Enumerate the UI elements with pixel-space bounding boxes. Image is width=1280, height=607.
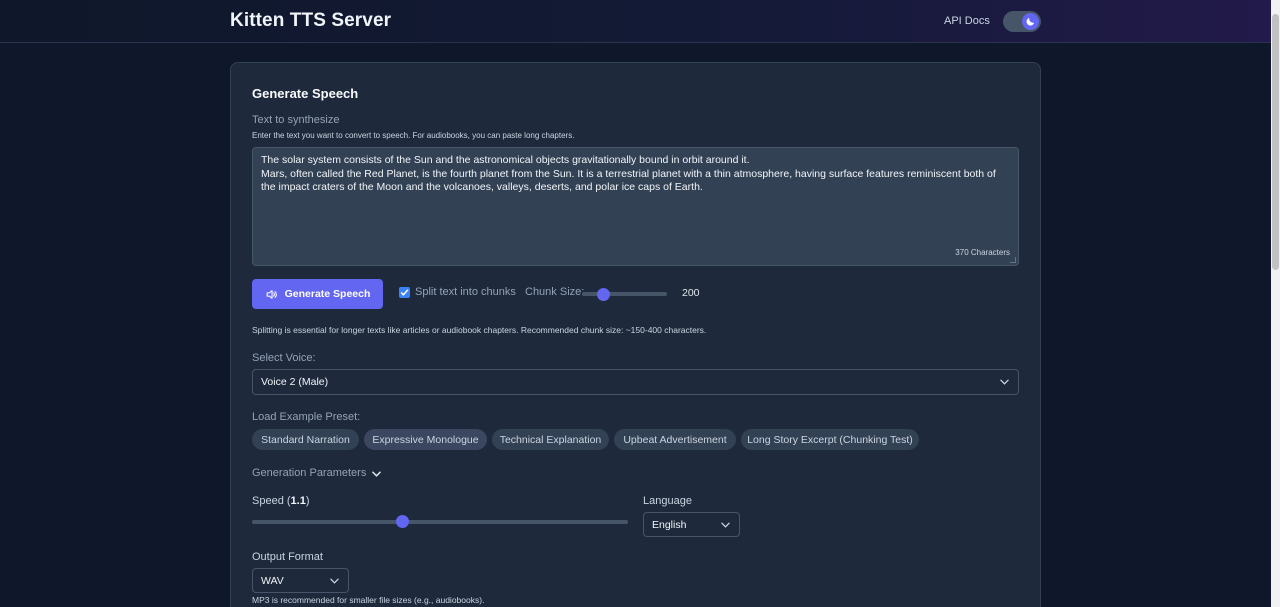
character-count: 370 Characters [955,247,1010,257]
preset-upbeat-advertisement[interactable]: Upbeat Advertisement [614,429,736,450]
split-chunks-checkbox[interactable] [399,287,410,298]
output-format-select[interactable]: WAV [252,568,349,593]
top-navbar: Kitten TTS Server API Docs [0,0,1271,43]
chevron-down-icon [330,578,339,584]
text-input-line-1: The solar system consists of the Sun and… [261,154,750,166]
speed-label-prefix: Speed ( [252,495,291,507]
api-docs-link[interactable]: API Docs [944,15,990,27]
chevron-down-icon [721,522,730,528]
moon-icon [1026,17,1035,26]
chevron-down-icon [1000,379,1009,385]
theme-toggle[interactable] [1003,11,1041,32]
chunk-size-value: 200 [682,287,700,299]
preset-standard-narration[interactable]: Standard Narration [252,429,359,450]
checkmark-icon [400,289,409,296]
speed-slider[interactable] [252,520,628,524]
resize-handle[interactable] [1010,257,1016,263]
text-input-hint: Enter the text you want to convert to sp… [252,131,575,140]
speed-label: Speed (1.1) [252,495,310,507]
output-format-value: WAV [261,574,284,587]
text-input-label: Text to synthesize [252,114,340,126]
preset-expressive-monologue[interactable]: Expressive Monologue [364,429,487,450]
card-title: Generate Speech [252,86,359,101]
split-chunks-label: Split text into chunks [415,286,516,298]
preset-label: Load Example Preset: [252,411,361,423]
voice-select[interactable]: Voice 2 (Male) [252,369,1019,395]
scrollbar-thumb[interactable] [1272,14,1279,270]
language-label: Language [643,495,692,507]
chevron-down-icon [372,471,382,477]
language-select[interactable]: English [643,512,740,537]
text-input-line-2: Mars, often called the Red Planet, is th… [261,167,996,194]
speed-label-suffix: ) [305,495,310,507]
generation-parameters-toggle[interactable]: Generation Parameters [252,467,382,479]
generate-speech-button-label: Generate Speech [284,288,371,300]
generation-parameters-label: Generation Parameters [252,467,367,479]
voice-select-value: Voice 2 (Male) [261,376,329,388]
speed-slider-thumb[interactable] [395,515,409,528]
generate-speech-button[interactable]: Generate Speech [252,279,383,309]
voice-label: Select Voice: [252,352,316,364]
output-format-hint: MP3 is recommended for smaller file size… [252,595,485,605]
preset-technical-explanation[interactable]: Technical Explanation [492,429,609,450]
chunk-size-slider[interactable] [582,292,667,296]
text-input[interactable]: The solar system consists of the Sun and… [252,147,1019,266]
chunk-size-label: Chunk Size: [525,286,585,298]
output-format-label: Output Format [252,551,323,563]
chunk-size-slider-thumb[interactable] [596,288,610,301]
speed-value: 1.1 [290,495,306,507]
app-title: Kitten TTS Server [230,10,392,31]
speaker-icon [266,289,277,299]
theme-toggle-knob [1022,13,1039,30]
generate-speech-card: Generate Speech Text to synthesize Enter… [230,62,1041,607]
page-scrollbar[interactable] [1271,0,1280,607]
split-hint: Splitting is essential for longer texts … [252,325,707,335]
preset-long-story-excerpt[interactable]: Long Story Excerpt (Chunking Test) [741,429,919,450]
language-select-value: English [652,518,687,531]
